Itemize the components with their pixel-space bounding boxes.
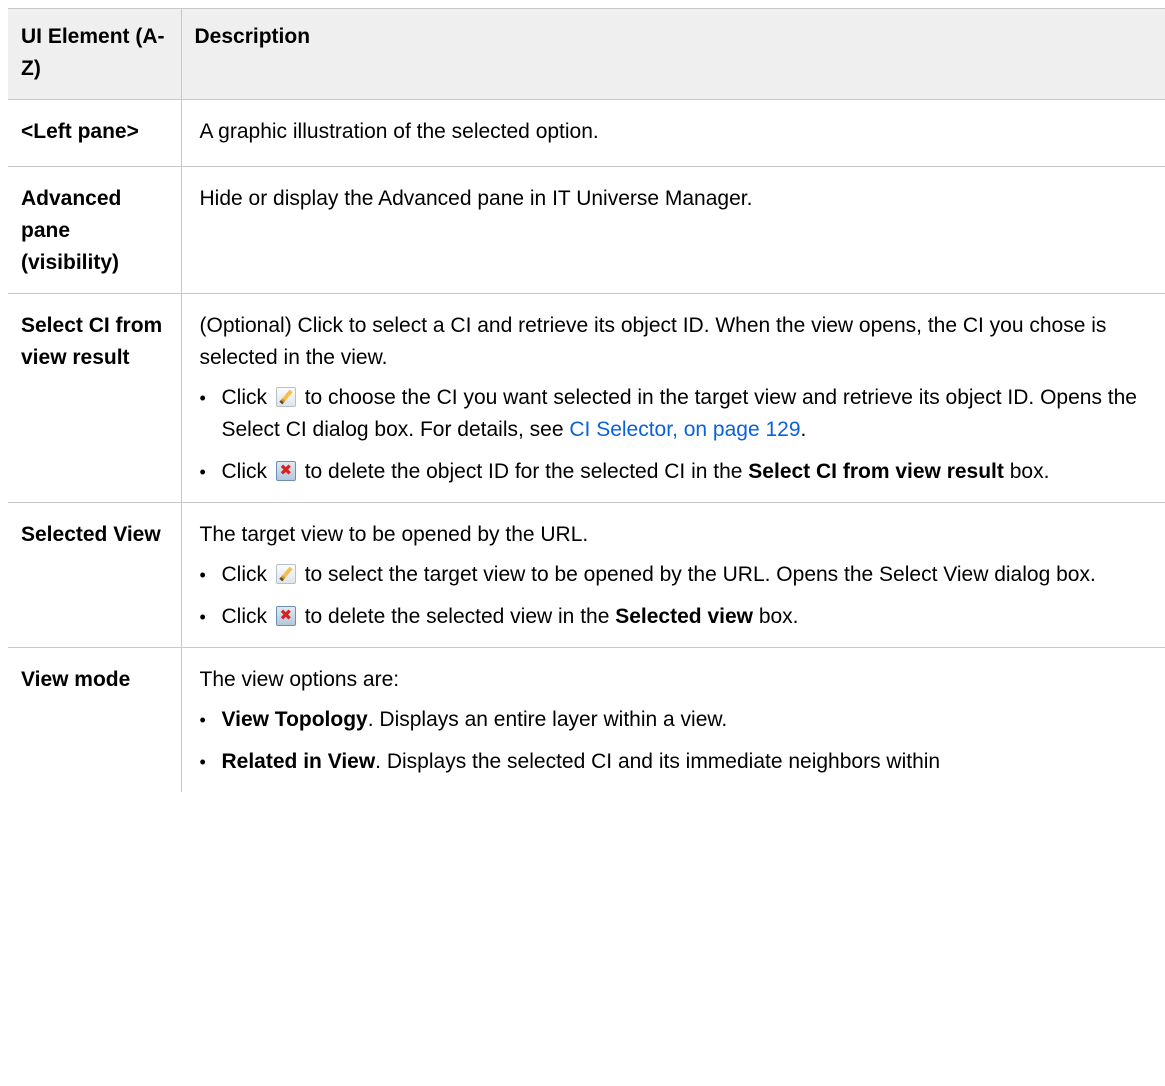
element-name: Selected View [8, 502, 182, 648]
bullet-suffix: box. [1009, 460, 1050, 483]
table-row: Selected View The target view to be open… [8, 502, 1165, 648]
edit-pencil-icon [275, 564, 296, 584]
element-description: Hide or display the Advanced pane in IT … [180, 166, 1165, 294]
bold-field-name: Select CI from view result [748, 460, 1004, 483]
description-text: The target view to be opened by the URL. [199, 523, 589, 546]
delete-x-icon [275, 460, 296, 482]
ui-elements-table: UI Element (A-Z) Description <Left pane>… [8, 8, 1165, 792]
bold-option-name: Related in View [221, 750, 376, 773]
bullet-text: . Displays an entire layer within a view… [367, 708, 728, 731]
list-item: Click to select the target view to be op… [200, 559, 1154, 591]
header-description: Description [180, 8, 1165, 100]
bullet-text: . Displays the selected CI and its immed… [375, 750, 941, 773]
element-name: <Left pane> [8, 99, 182, 167]
bold-option-name: View Topology [221, 708, 368, 731]
list-item: Related in View. Displays the selected C… [200, 746, 1154, 778]
description-text: (Optional) Click to select a CI and retr… [199, 314, 1107, 369]
delete-x-icon [275, 605, 296, 627]
table-row: Select CI from view result (Optional) Cl… [8, 293, 1165, 503]
bullet-suffix: . [800, 418, 807, 441]
list-item: Click to delete the selected view in the… [200, 601, 1154, 633]
element-name: Select CI from view result [8, 293, 182, 503]
list-item: View Topology. Displays an entire layer … [200, 704, 1154, 736]
bullet-list: Click to choose the CI you want selected… [200, 382, 1154, 488]
bullet-list: View Topology. Displays an entire layer … [200, 704, 1154, 778]
bullet-suffix: box. [758, 605, 799, 628]
list-item: Click to choose the CI you want selected… [200, 382, 1154, 446]
element-description: (Optional) Click to select a CI and retr… [180, 293, 1165, 503]
bullet-prefix: Click [221, 605, 268, 628]
bullet-text: to delete the selected view in the [304, 605, 610, 628]
table-row: View mode The view options are: View Top… [8, 647, 1165, 792]
bullet-prefix: Click [221, 563, 268, 586]
list-item: Click to delete the object ID for the se… [200, 456, 1154, 488]
element-description: A graphic illustration of the selected o… [180, 99, 1165, 167]
edit-pencil-icon [275, 387, 296, 407]
description-text: Hide or display the Advanced pane in IT … [199, 187, 753, 210]
bold-field-name: Selected view [615, 605, 753, 628]
table-header-row: UI Element (A-Z) Description [8, 8, 1165, 100]
bullet-text: to select the target view to be opened b… [304, 563, 1096, 586]
bullet-prefix: Click [221, 386, 268, 409]
header-ui-element: UI Element (A-Z) [8, 8, 182, 100]
element-name: Advanced pane (visibility) [8, 166, 182, 294]
bullet-text: to delete the object ID for the selected… [304, 460, 743, 483]
description-text: A graphic illustration of the selected o… [199, 120, 599, 143]
table-row: <Left pane> A graphic illustration of th… [8, 99, 1165, 167]
element-description: The view options are: View Topology. Dis… [180, 647, 1165, 792]
bullet-prefix: Click [221, 460, 268, 483]
table-row: Advanced pane (visibility) Hide or displ… [8, 166, 1165, 294]
description-text: The view options are: [199, 668, 400, 691]
bullet-list: Click to select the target view to be op… [200, 559, 1154, 633]
ci-selector-link[interactable]: CI Selector, on page 129 [569, 418, 800, 441]
element-name: View mode [8, 647, 182, 792]
element-description: The target view to be opened by the URL.… [180, 502, 1165, 648]
